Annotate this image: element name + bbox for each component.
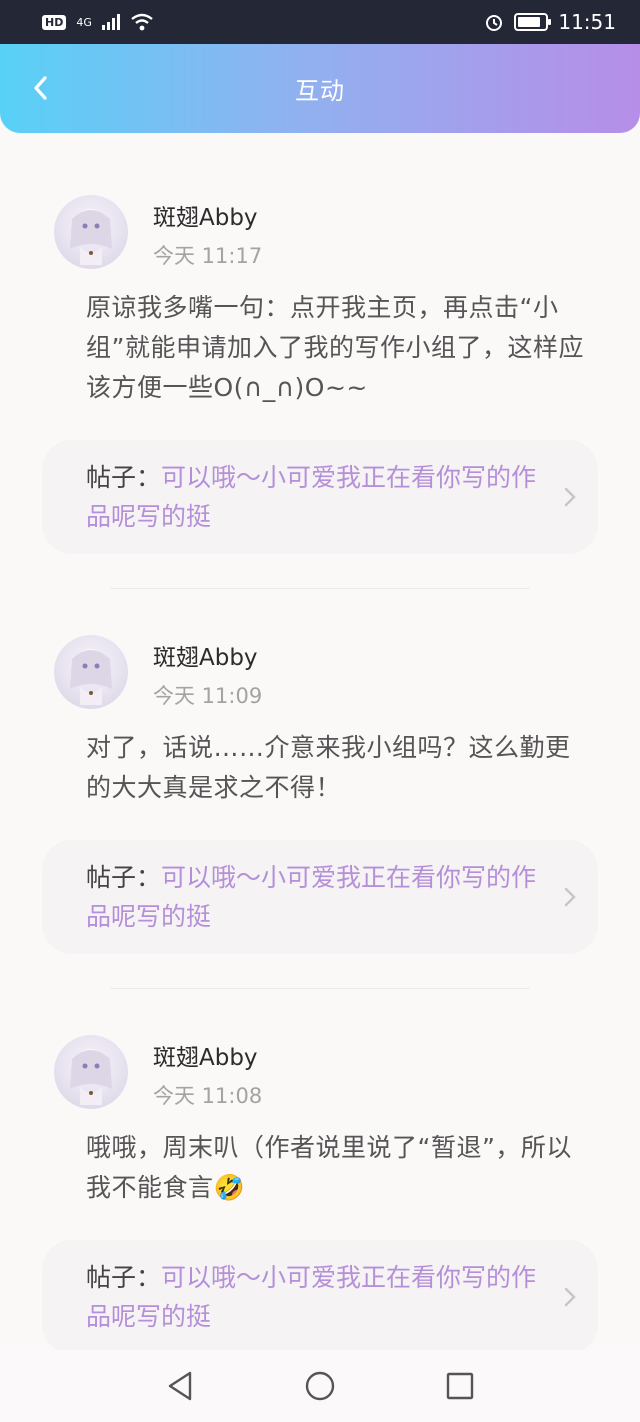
list-item: 斑翅Abby 今天 11:09 对了，话说……介意来我小组吗？这么勤更的大大真是…: [0, 590, 640, 990]
post-text: 帖子：可以哦～小可爱我正在看你写的作品呢写的挺: [86, 858, 556, 936]
signal-icon: [101, 14, 120, 30]
chevron-right-icon: [564, 487, 576, 507]
post-label: 帖子：: [86, 463, 162, 492]
post-text: 帖子：可以哦～小可爱我正在看你写的作品呢写的挺: [86, 1258, 556, 1336]
comment-text: 对了，话说……介意来我小组吗？这么勤更的大大真是求之不得！: [86, 733, 571, 802]
system-nav-bar: [0, 1350, 640, 1422]
network-label: 4G: [76, 15, 92, 29]
user-name[interactable]: 斑翅Abby: [153, 198, 258, 232]
timestamp: 今天 11:09: [153, 684, 263, 708]
divider: [110, 988, 530, 989]
timestamp: 今天 11:08: [153, 1084, 263, 1108]
timestamp: 今天 11:17: [153, 244, 263, 268]
back-button[interactable]: [22, 70, 58, 106]
alarm-icon: [486, 15, 503, 31]
post-link[interactable]: 帖子：可以哦～小可爱我正在看你写的作品呢写的挺: [42, 840, 598, 954]
header-bar: 互动: [0, 44, 640, 133]
avatar[interactable]: [54, 195, 128, 269]
wifi-icon: [131, 13, 153, 31]
avatar-image: [70, 1049, 112, 1105]
user-name[interactable]: 斑翅Abby: [153, 638, 258, 672]
battery-icon: [514, 13, 552, 31]
post-label: 帖子：: [86, 863, 162, 892]
square-recents-icon: [446, 1372, 474, 1400]
nav-back-button[interactable]: [160, 1366, 200, 1406]
avatar-image: [70, 209, 112, 265]
post-text: 帖子：可以哦～小可爱我正在看你写的作品呢写的挺: [86, 458, 556, 536]
divider: [110, 588, 530, 589]
chevron-right-icon: [564, 1287, 576, 1307]
hd-icon: HD: [42, 14, 67, 30]
avatar[interactable]: [54, 635, 128, 709]
status-bar: HD 4G 11:51: [0, 0, 640, 44]
post-label: 帖子：: [86, 1263, 162, 1292]
comment-text: 原谅我多嘴一句：点开我主页，再点击“小组”就能申请加入了我的写作小组了，这样应该…: [86, 293, 584, 402]
status-time: 11:51: [558, 10, 616, 34]
chevron-left-icon: [34, 76, 47, 100]
list-item: 斑翅Abby 今天 11:08 哦哦，周末叭（作者说里说了“暂退”，所以我不能食…: [0, 990, 640, 1390]
post-link[interactable]: 帖子：可以哦～小可爱我正在看你写的作品呢写的挺: [42, 440, 598, 554]
circle-home-icon: [305, 1371, 335, 1401]
comment-text: 哦哦，周末叭（作者说里说了“暂退”，所以我不能食言🤣: [86, 1133, 572, 1202]
chevron-right-icon: [564, 887, 576, 907]
list-item: 斑翅Abby 今天 11:17 原谅我多嘴一句：点开我主页，再点击“小组”就能申…: [0, 150, 640, 590]
page-title: 互动: [295, 77, 345, 105]
post-link[interactable]: 帖子：可以哦～小可爱我正在看你写的作品呢写的挺: [42, 1240, 598, 1354]
avatar[interactable]: [54, 1035, 128, 1109]
triangle-back-icon: [168, 1371, 192, 1401]
interaction-list: 斑翅Abby 今天 11:17 原谅我多嘴一句：点开我主页，再点击“小组”就能申…: [0, 150, 640, 1390]
user-name[interactable]: 斑翅Abby: [153, 1038, 258, 1072]
avatar-image: [70, 649, 112, 705]
nav-home-button[interactable]: [300, 1366, 340, 1406]
nav-recents-button[interactable]: [440, 1366, 480, 1406]
